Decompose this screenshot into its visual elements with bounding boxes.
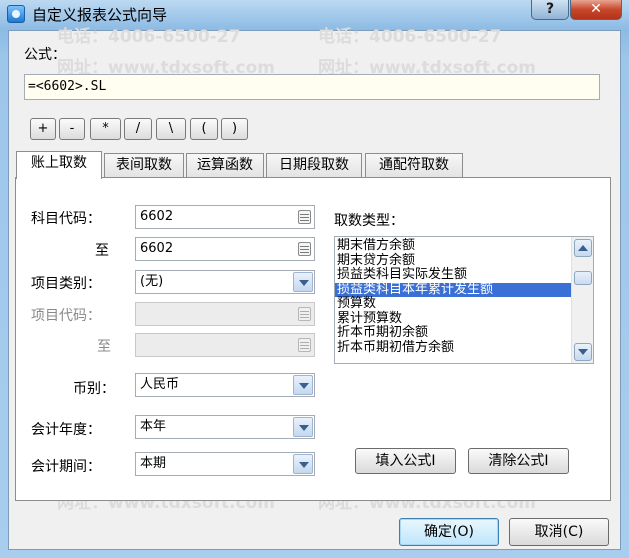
cancel-button[interactable]: 取消(C) bbox=[509, 518, 609, 546]
currency-value: 人民币 bbox=[140, 377, 180, 392]
list-item[interactable]: 期末借方余额 bbox=[335, 239, 593, 254]
tab-inter-report-fetch[interactable]: 表间取数 bbox=[104, 153, 184, 177]
fiscal-year-select[interactable]: 本年 bbox=[135, 415, 315, 439]
list-item[interactable]: 预算数 bbox=[335, 297, 593, 312]
scrollbar-thumb[interactable] bbox=[574, 271, 592, 285]
fiscal-year-label: 会计年度： bbox=[31, 422, 101, 438]
fill-formula-button[interactable]: 填入公式I bbox=[355, 448, 456, 474]
multiply-operator-button[interactable]: * bbox=[90, 118, 121, 140]
fiscal-year-value: 本年 bbox=[140, 419, 167, 434]
subject-code-to-field[interactable]: 6602 bbox=[135, 237, 315, 261]
vertical-scrollbar[interactable] bbox=[571, 237, 593, 363]
formula-input[interactable]: =<6602>.SL bbox=[24, 74, 600, 100]
clear-formula-button[interactable]: 清除公式I bbox=[468, 448, 569, 474]
accounting-period-select[interactable]: 本期 bbox=[135, 452, 315, 476]
plus-operator-button[interactable]: + bbox=[30, 118, 56, 140]
chevron-down-icon[interactable] bbox=[293, 272, 313, 292]
accounting-period-label: 会计期间： bbox=[31, 459, 101, 475]
help-button[interactable]: ? bbox=[531, 0, 569, 20]
minus-operator-button[interactable]: - bbox=[59, 118, 85, 140]
close-paren-button[interactable]: ) bbox=[221, 118, 248, 140]
close-icon: ✕ bbox=[590, 1, 602, 17]
currency-label: 币别： bbox=[73, 381, 115, 397]
dialog-window: 自定义报表公式向导 ? ✕ 电话：4006-6500-27 网址：www.tdx… bbox=[0, 0, 629, 558]
tab-date-range-fetch[interactable]: 日期段取数 bbox=[266, 153, 362, 177]
scroll-up-icon[interactable] bbox=[574, 239, 592, 257]
item-code-field[interactable] bbox=[135, 302, 315, 326]
list-item[interactable]: 累计预算数 bbox=[335, 311, 593, 327]
fetch-type-list: 期末借方余额 期末贷方余额 损益类科目实际发生额 损益类科目本年累计发生额 预算… bbox=[335, 237, 593, 355]
scroll-down-icon[interactable] bbox=[574, 343, 592, 361]
list-item[interactable]: 折本币期初借方余额 bbox=[335, 340, 593, 356]
fetch-type-label: 取数类型： bbox=[334, 213, 404, 229]
accounting-period-value: 本期 bbox=[140, 456, 167, 471]
chevron-down-icon[interactable] bbox=[293, 454, 313, 474]
list-picker-icon[interactable] bbox=[296, 209, 312, 225]
item-category-value: (无) bbox=[140, 274, 164, 289]
subject-code-to-value: 6602 bbox=[140, 241, 174, 256]
subject-code-label: 科目代码： bbox=[31, 211, 101, 227]
list-picker-icon bbox=[296, 337, 312, 353]
fetch-type-listbox[interactable]: 期末借方余额 期末贷方余额 损益类科目实际发生额 损益类科目本年累计发生额 预算… bbox=[334, 236, 594, 364]
list-picker-icon bbox=[296, 306, 312, 322]
tab-functions[interactable]: 运算函数 bbox=[186, 153, 264, 177]
ok-button[interactable]: 确定(O) bbox=[399, 518, 499, 546]
subject-code-to-label: 至 bbox=[95, 243, 109, 259]
subject-code-value: 6602 bbox=[140, 209, 174, 224]
open-paren-button[interactable]: ( bbox=[190, 118, 218, 140]
app-icon bbox=[7, 5, 25, 23]
subject-code-field[interactable]: 6602 bbox=[135, 205, 315, 229]
divide-operator-button[interactable]: / bbox=[124, 118, 152, 140]
list-item[interactable]: 期末贷方余额 bbox=[335, 253, 593, 269]
tab-wildcard-fetch[interactable]: 通配符取数 bbox=[365, 153, 463, 177]
item-code-to-label: 至 bbox=[97, 339, 111, 355]
close-button[interactable]: ✕ bbox=[570, 0, 622, 20]
item-code-to-field[interactable] bbox=[135, 333, 315, 357]
title-bar[interactable]: 自定义报表公式向导 ? ✕ bbox=[0, 0, 629, 28]
list-picker-icon[interactable] bbox=[296, 241, 312, 257]
item-category-select[interactable]: (无) bbox=[135, 270, 315, 294]
currency-select[interactable]: 人民币 bbox=[135, 373, 315, 397]
chevron-down-icon[interactable] bbox=[293, 375, 313, 395]
item-category-label: 项目类别： bbox=[31, 276, 101, 292]
list-item[interactable]: 损益类科目实际发生额 bbox=[335, 268, 593, 283]
chevron-down-icon[interactable] bbox=[293, 417, 313, 437]
list-item[interactable]: 折本币期初余额 bbox=[335, 326, 593, 341]
window-title: 自定义报表公式向导 bbox=[32, 6, 168, 24]
formula-label: 公式： bbox=[24, 47, 66, 63]
item-code-label: 项目代码： bbox=[31, 308, 101, 324]
tab-account-fetch[interactable]: 账上取数 bbox=[16, 151, 102, 179]
backslash-operator-button[interactable]: \ bbox=[156, 118, 186, 140]
list-item-selected[interactable]: 损益类科目本年累计发生额 bbox=[335, 282, 593, 297]
